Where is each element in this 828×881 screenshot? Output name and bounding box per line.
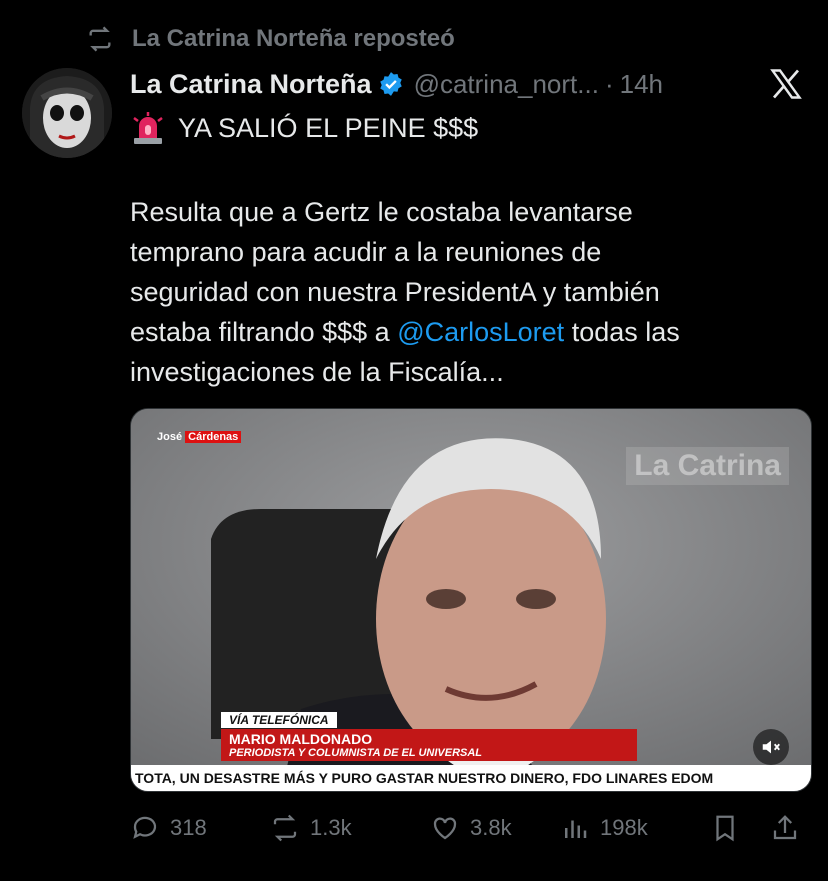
lower-third-box: MARIO MALDONADO PERIODISTA Y COLUMNISTA … — [221, 729, 637, 761]
verified-badge-icon — [379, 72, 402, 96]
lower-third-name: MARIO MALDONADO — [229, 731, 373, 747]
siren-emoji-icon — [133, 112, 163, 144]
mute-button[interactable] — [753, 729, 789, 765]
reply-count: 318 — [170, 815, 207, 840]
bookmark-button[interactable] — [710, 813, 770, 843]
views-chart-icon — [565, 820, 587, 838]
reply-button[interactable]: 318 — [130, 813, 270, 843]
reply-icon — [133, 816, 157, 839]
lower-third-tag: VÍA TELEFÓNICA — [221, 712, 337, 728]
like-count: 3.8k — [470, 815, 512, 840]
action-bar: 318 1.3k 3.8k 198k — [130, 808, 810, 848]
video-player[interactable]: José Cárdenas La Catrina VÍA TELEFÓNICA … — [130, 408, 812, 792]
body-line: Resulta que a Gertz le costaba levantars… — [130, 197, 633, 227]
lower-third-role: PERIODISTA Y COLUMNISTA DE EL UNIVERSAL — [229, 747, 483, 759]
repost-count: 1.3k — [310, 815, 352, 840]
mention-link[interactable]: @CarlosLoret — [397, 317, 564, 347]
author-name[interactable]: La Catrina Norteña — [130, 69, 372, 100]
body-line-with-mention: estaba filtrando $$$ a @CarlosLoret toda… — [130, 312, 810, 352]
body-text: estaba filtrando $$$ a — [130, 317, 398, 347]
author-handle[interactable]: @catrina_nort... — [414, 69, 599, 100]
repost-icon — [273, 814, 297, 842]
post-header: La Catrina Norteña @catrina_nort... · 14… — [130, 62, 798, 106]
body-text: todas las — [564, 317, 680, 347]
channel-logo: José Cárdenas — [157, 431, 242, 443]
body-line: seguridad con nuestra PresidentA y tambi… — [130, 277, 660, 307]
separator-dot: · — [604, 68, 614, 99]
bookmark-icon — [716, 815, 734, 842]
view-count: 198k — [600, 815, 648, 840]
news-ticker: TOTA, UN DESASTRE MÁS Y PURO GASTAR NUES… — [131, 765, 811, 791]
post-headline: YA SALIÓ EL PEINE $$$ — [130, 108, 478, 148]
heart-icon — [433, 817, 457, 840]
lower-third: VÍA TELEFÓNICA MARIO MALDONADO PERIODIST… — [221, 711, 637, 761]
post-time[interactable]: 14h — [620, 69, 663, 100]
speaker-muted-icon — [762, 740, 780, 754]
repost-label: La Catrina Norteña reposteó — [132, 25, 455, 52]
repost-icon — [89, 26, 111, 52]
body-line: investigaciones de la Fiscalía... — [130, 357, 504, 387]
like-button[interactable]: 3.8k — [430, 813, 560, 843]
headline-text: YA SALIÓ EL PEINE $$$ — [178, 112, 479, 143]
logo-prefix: José — [157, 431, 183, 443]
avatar[interactable] — [22, 68, 112, 158]
share-icon — [773, 815, 797, 840]
body-line: temprano para acudir a la reuniones de — [130, 237, 602, 267]
x-logo-icon[interactable] — [768, 66, 804, 102]
repost-button[interactable]: 1.3k — [270, 813, 430, 843]
watermark: La Catrina — [626, 447, 789, 485]
repost-indicator[interactable]: La Catrina Norteña reposteó — [86, 22, 455, 56]
share-button[interactable] — [770, 813, 810, 843]
logo-brand: Cárdenas — [185, 431, 242, 443]
post-body: Resulta que a Gertz le costaba levantars… — [130, 192, 810, 392]
views-button[interactable]: 198k — [560, 813, 710, 843]
